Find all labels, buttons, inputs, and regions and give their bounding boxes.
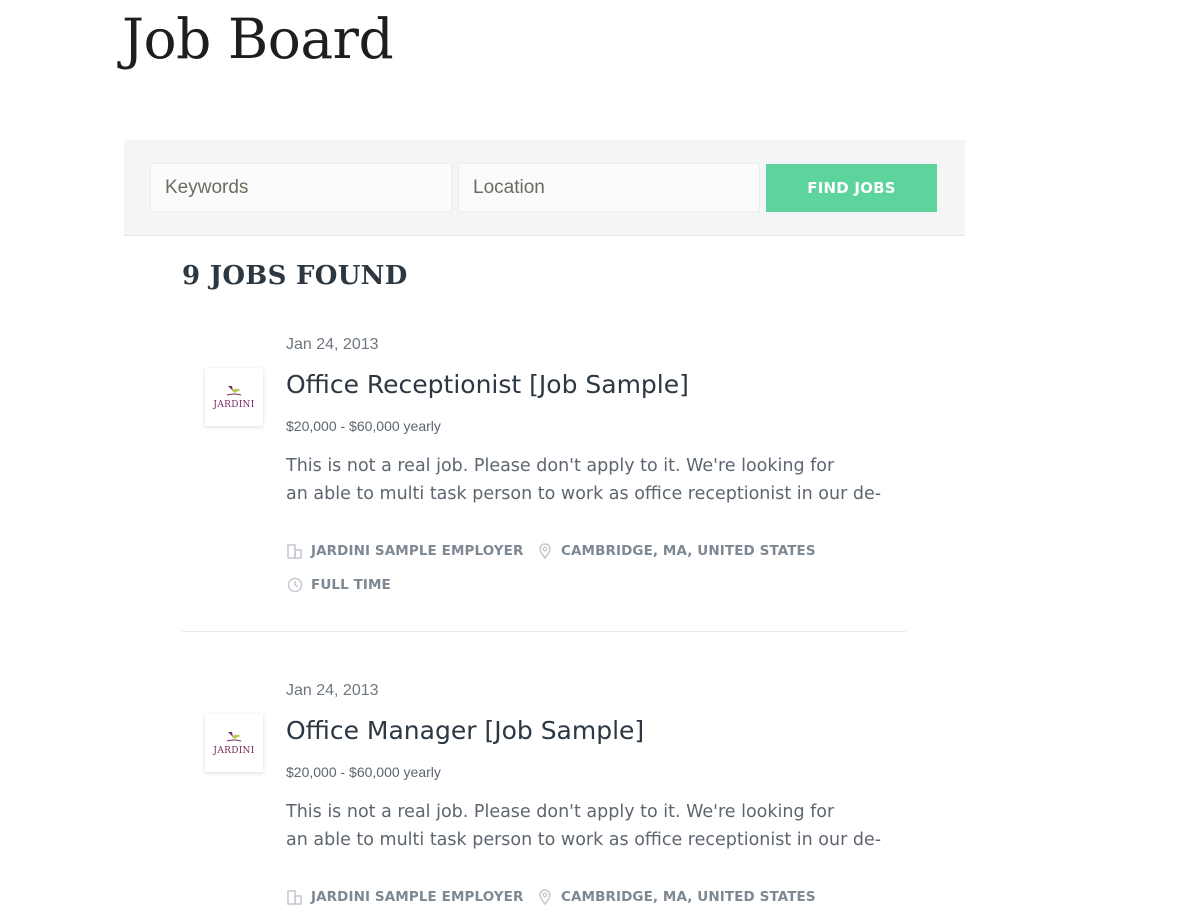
employer-name: JARDINI SAMPLE EMPLOYER [311,543,524,559]
job-employer: JARDINI SAMPLE EMPLOYER [286,888,524,906]
job-listing[interactable]: JARDINI Jan 24, 2013 Office Manager [Job… [182,680,906,921]
job-salary: $20,000 - $60,000 yearly [286,764,441,780]
job-description-line: an able to multi task person to work as … [286,830,882,850]
page-title: Job Board [122,7,394,71]
find-jobs-button[interactable]: FIND JOBS [766,164,937,212]
bird-logo-icon [226,386,242,396]
employer-name: JARDINI SAMPLE EMPLOYER [311,889,524,905]
results-count: 9 JOBS FOUND [182,261,408,291]
job-employer: JARDINI SAMPLE EMPLOYER [286,542,524,560]
job-type: FULL TIME [286,576,391,594]
location-input[interactable] [458,163,760,212]
job-salary: $20,000 - $60,000 yearly [286,418,441,434]
job-date: Jan 24, 2013 [286,682,379,699]
company-logo[interactable]: JARDINI [205,368,263,426]
job-type-label: FULL TIME [311,577,391,593]
logo-text: JARDINI [213,400,255,410]
job-location: CAMBRIDGE, MA, UNITED STATES [536,888,816,906]
job-search-form: FIND JOBS [124,140,965,236]
clock-icon [287,577,303,593]
building-icon [287,544,302,559]
job-description-line: an able to multi task person to work as … [286,484,882,504]
map-pin-icon [539,889,551,906]
job-title-link[interactable]: Office Manager [Job Sample] [286,716,644,745]
location-name: CAMBRIDGE, MA, UNITED STATES [561,889,816,905]
job-description-line: This is not a real job. Please don't app… [286,802,835,822]
location-name: CAMBRIDGE, MA, UNITED STATES [561,543,816,559]
job-listing[interactable]: JARDINI Jan 24, 2013 Office Receptionist… [182,334,906,632]
job-description-line: This is not a real job. Please don't app… [286,456,835,476]
building-icon [287,890,302,905]
logo-text: JARDINI [213,746,255,756]
keywords-input[interactable] [150,163,452,212]
job-description: This is not a real job. Please don't app… [286,798,906,854]
map-pin-icon [539,543,551,560]
company-logo[interactable]: JARDINI [205,714,263,772]
job-location: CAMBRIDGE, MA, UNITED STATES [536,542,816,560]
job-board-page: Job Board FIND JOBS 9 JOBS FOUND JARDINI… [0,0,1200,921]
bird-logo-icon [226,732,242,742]
job-title-link[interactable]: Office Receptionist [Job Sample] [286,370,689,399]
job-date: Jan 24, 2013 [286,336,379,353]
job-description: This is not a real job. Please don't app… [286,452,906,508]
